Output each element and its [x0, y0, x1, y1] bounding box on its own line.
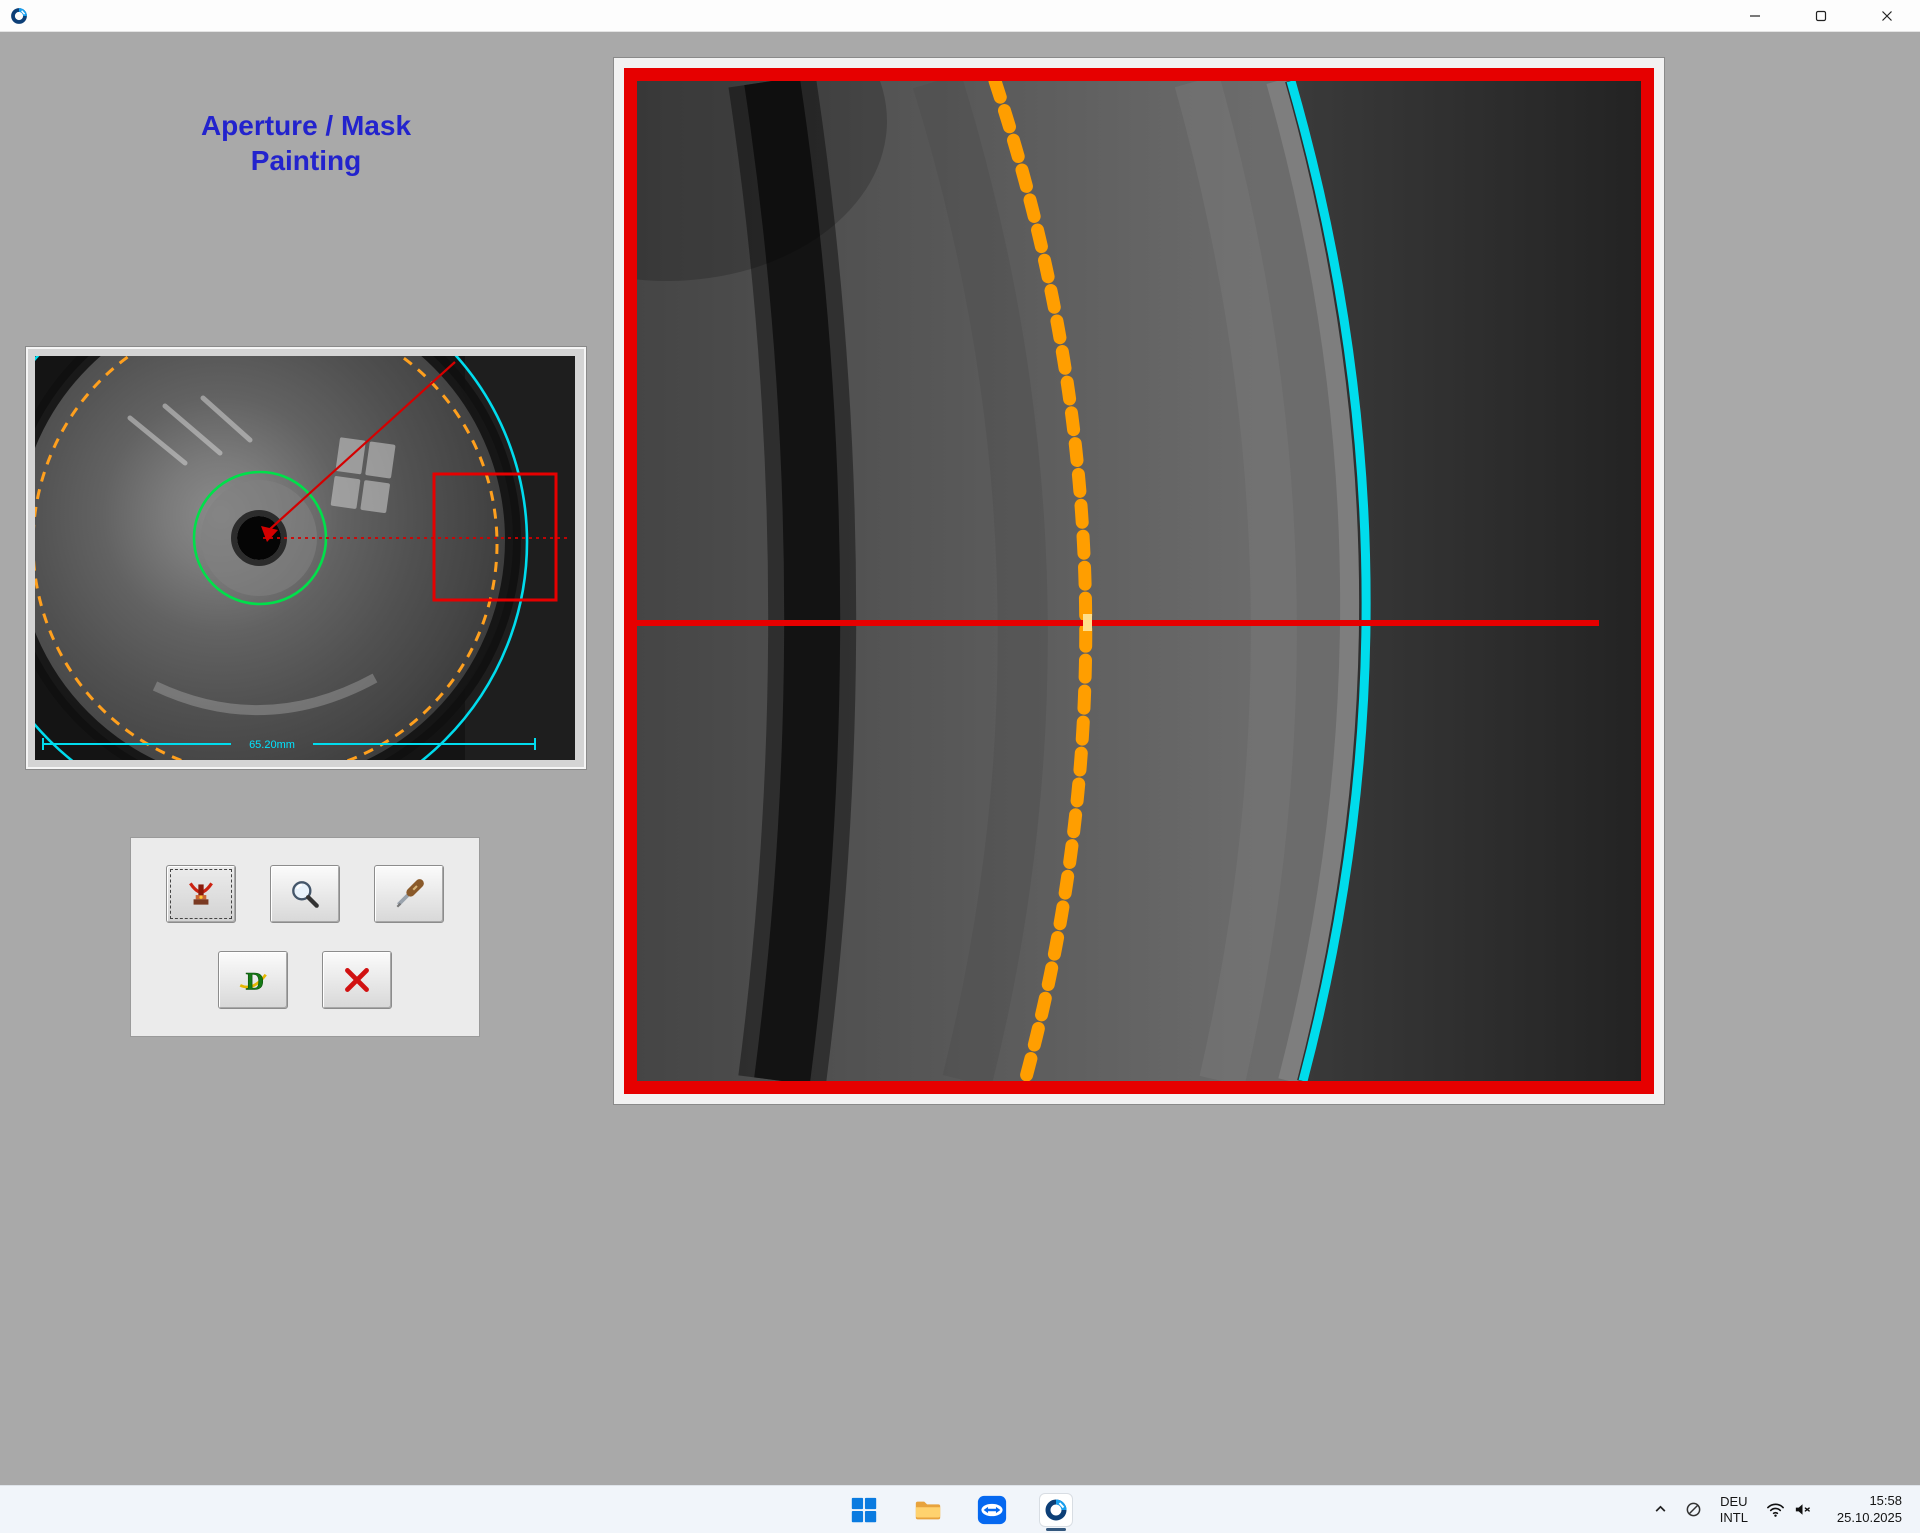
keyboard-layout: INTL [1720, 1510, 1748, 1526]
maximize-button[interactable] [1788, 0, 1854, 31]
adjust-tool-button[interactable] [374, 865, 444, 923]
tray-status-item[interactable] [1676, 1486, 1711, 1533]
language-indicator[interactable]: DEU INTL [1711, 1486, 1757, 1533]
page-title: Aperture / Mask Painting [128, 108, 484, 178]
file-explorer-button[interactable] [907, 1489, 949, 1531]
tool-panel: D [130, 837, 480, 1037]
teamviewer-button[interactable] [971, 1489, 1013, 1531]
lens-pupil [237, 516, 281, 560]
volume-indicator[interactable] [1789, 1486, 1821, 1533]
overview-image-panel: 65.20mm [26, 347, 586, 769]
volume-muted-icon [1793, 1500, 1812, 1519]
zoom-red-frame [624, 68, 1654, 1094]
zoom-image[interactable] [637, 81, 1641, 1081]
slashed-eye-icon [1685, 1501, 1702, 1518]
tool-row-1 [166, 865, 444, 923]
app-logo-icon[interactable] [10, 7, 28, 25]
svg-text:D: D [246, 967, 264, 996]
logo-d-icon: D [236, 963, 270, 997]
teamviewer-icon [977, 1495, 1007, 1525]
tool-row-2: D [218, 951, 392, 1009]
folder-icon [913, 1495, 943, 1525]
clock[interactable]: 15:58 25.10.2025 [1821, 1493, 1912, 1526]
measurement-label: 65.20mm [249, 739, 295, 751]
language-code: DEU [1720, 1494, 1748, 1510]
zoom-image-panel [613, 57, 1665, 1105]
screwdriver-icon [392, 877, 426, 911]
intersection-marker [1083, 614, 1092, 631]
aperture-app-logo-icon [1044, 1498, 1068, 1522]
cancel-button[interactable] [322, 951, 392, 1009]
page-title-line1: Aperture / Mask [128, 108, 484, 143]
taskbar-tray: DEU INTL 15:58 25.10.2025 [1645, 1486, 1912, 1533]
clock-time: 15:58 [1837, 1493, 1902, 1509]
windows-logo-icon [849, 1495, 879, 1525]
clock-date: 25.10.2025 [1837, 1510, 1902, 1526]
taskbar-center [843, 1489, 1077, 1531]
aperture-app-button[interactable] [1035, 1489, 1077, 1531]
preview-image[interactable]: 65.20mm [35, 356, 575, 760]
window-controls [1722, 0, 1920, 31]
start-button[interactable] [843, 1489, 885, 1531]
logo-d-button[interactable]: D [218, 951, 288, 1009]
hidden-icons-chevron[interactable] [1645, 1486, 1676, 1533]
wifi-icon [1766, 1500, 1785, 1519]
mask-paint-tool-button[interactable] [166, 865, 236, 923]
magnifier-icon [288, 877, 322, 911]
window-titlebar [0, 0, 1920, 32]
zoom-tool-button[interactable] [270, 865, 340, 923]
active-window-indicator [1046, 1528, 1066, 1531]
aperture-app-tile [1039, 1493, 1073, 1527]
mask-stamp-icon [184, 877, 218, 911]
cancel-x-icon [340, 963, 374, 997]
close-button[interactable] [1854, 0, 1920, 31]
minimize-button[interactable] [1722, 0, 1788, 31]
network-indicator[interactable] [1757, 1486, 1789, 1533]
app-main: Aperture / Mask Painting [0, 32, 1920, 1485]
taskbar: DEU INTL 15:58 25.10.2025 [0, 1485, 1920, 1533]
chevron-up-icon [1654, 1503, 1667, 1516]
page-title-line2: Painting [128, 143, 484, 178]
